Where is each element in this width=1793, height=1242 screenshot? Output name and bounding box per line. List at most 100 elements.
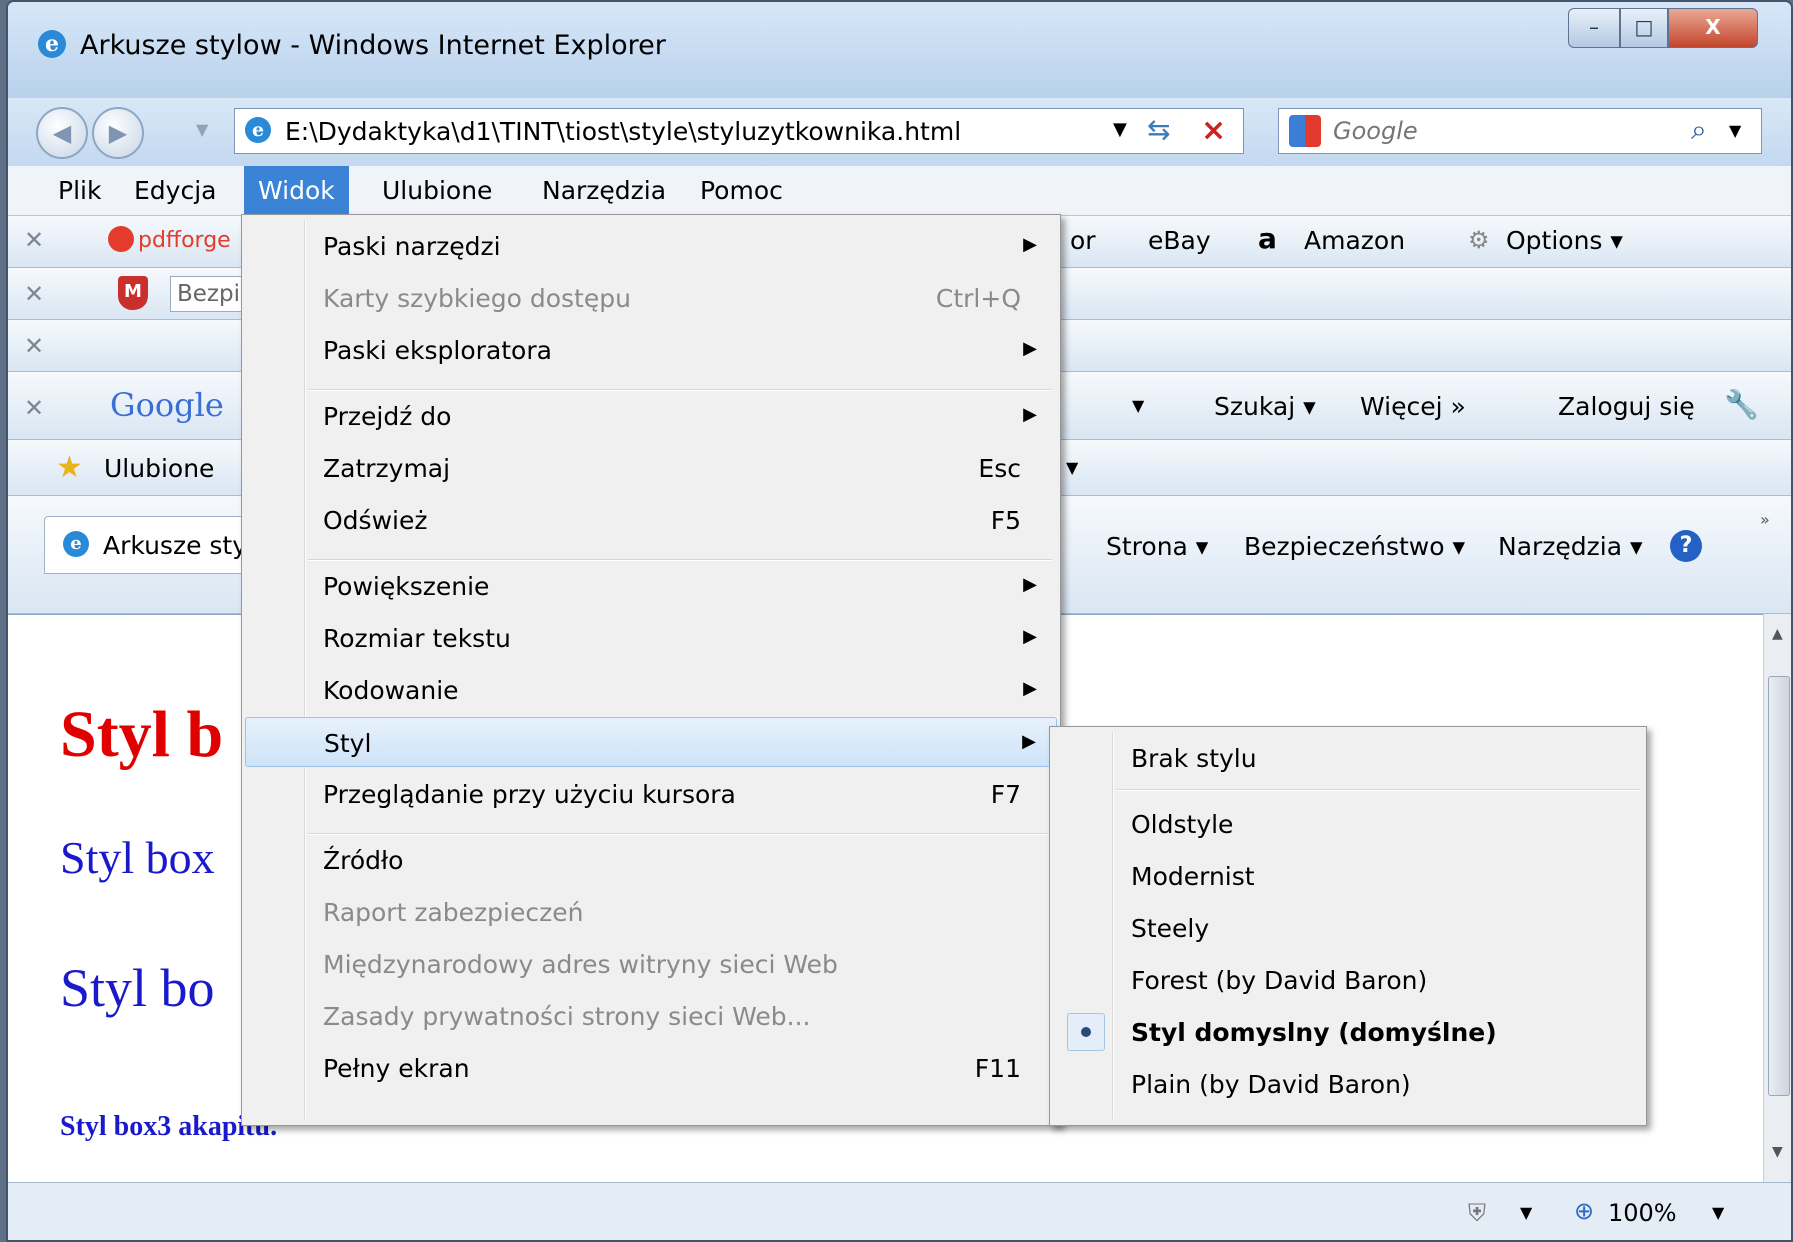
style-menu-item[interactable]: Steely [1053, 903, 1643, 953]
menu-ulubione[interactable]: Ulubione [368, 166, 506, 216]
view-menu-item[interactable]: Rozmiar tekstu ▶ [245, 613, 1057, 663]
view-menu-item: Międzynarodowy adres witryny sieci Web [245, 939, 1057, 989]
help-icon[interactable]: ? [1670, 530, 1702, 562]
google-logo: Google [110, 386, 224, 424]
menu-item-label: Styl [324, 729, 372, 758]
close-toolbar-icon[interactable]: ✕ [24, 332, 44, 360]
back-button[interactable]: ◀ [36, 107, 88, 159]
amazon-link[interactable]: Amazon [1304, 226, 1405, 255]
page-heading-red: Styl b [60, 698, 224, 771]
view-menu-item[interactable]: Paski narzędzi ▶ [245, 221, 1057, 271]
view-menu-item: Zasady prywatności strony sieci Web... [245, 991, 1057, 1041]
amazon-icon: a [1258, 222, 1277, 255]
close-toolbar-icon[interactable]: ✕ [24, 280, 44, 308]
google-search-dropdown-icon[interactable]: ▼ [1132, 396, 1144, 415]
address-text: E:\Dydaktyka\d1\TINT\tiost\style\styluzy… [285, 117, 962, 146]
szukaj-button[interactable]: Szukaj ▾ [1214, 392, 1316, 421]
wrench-icon[interactable]: 🔧 [1724, 388, 1759, 421]
menu-pomoc[interactable]: Pomoc [686, 166, 797, 216]
ebay-link[interactable]: eBay [1148, 226, 1211, 255]
menu-item-label: Raport zabezpieczeń [323, 898, 584, 927]
menu-bar: Plik Edycja Widok Ulubione Narzędzia Pom… [8, 166, 1791, 216]
menu-item-label: Międzynarodowy adres witryny sieci Web [323, 950, 838, 979]
tab-active[interactable]: e Arkusze sty [44, 516, 254, 574]
zoom-icon: ⊕ [1574, 1197, 1595, 1225]
style-menu-item[interactable]: Modernist [1053, 851, 1643, 901]
submenu-arrow-icon: ▶ [1022, 731, 1036, 752]
pdfforge-label[interactable]: pdfforge [138, 228, 231, 253]
menu-item-label: Pełny ekran [323, 1054, 470, 1083]
chevron-more-icon[interactable]: » [1760, 510, 1770, 529]
close-button[interactable]: X [1668, 8, 1758, 48]
scroll-down-icon[interactable]: ▼ [1772, 1144, 1783, 1160]
favorites-button[interactable]: Ulubione [104, 454, 214, 483]
window-title: Arkusze stylow - Windows Internet Explor… [80, 30, 666, 61]
toolbar-partial-text: or [1070, 226, 1096, 255]
style-item-label: Brak stylu [1131, 744, 1257, 773]
view-menu-item[interactable]: Kodowanie ▶ [245, 665, 1057, 715]
magnifier-icon[interactable]: ⌕ [1691, 113, 1707, 147]
favorites-dropdown-icon[interactable]: ▼ [1066, 458, 1078, 477]
history-dropdown-icon[interactable]: ▼ [196, 120, 208, 139]
maximize-button[interactable]: □ [1620, 8, 1668, 48]
zoom-level[interactable]: 100% [1608, 1199, 1677, 1227]
zoom-dropdown-icon[interactable]: ▼ [1712, 1203, 1724, 1222]
mcafee-field[interactable]: Bezpi [170, 276, 250, 312]
style-submenu: Brak stylu Oldstyle Modernist Steely Forest … [1049, 726, 1647, 1126]
view-menu-item[interactable]: Powiększenie ▶ [245, 561, 1057, 611]
style-menu-item[interactable]: Oldstyle [1053, 799, 1643, 849]
style-menu-item[interactable]: Plain (by David Baron) [1053, 1059, 1643, 1109]
style-menu-item[interactable]: Forest (by David Baron) [1053, 955, 1643, 1005]
menu-plik[interactable]: Plik [44, 166, 115, 216]
search-box[interactable]: ⌕ ▼ [1278, 108, 1762, 154]
bezpieczenstwo-menu[interactable]: Bezpieczeństwo ▾ [1244, 532, 1465, 561]
menu-item-shortcut: F5 [990, 506, 1021, 535]
style-item-label: Oldstyle [1131, 810, 1234, 839]
pdfforge-logo-icon [108, 226, 134, 252]
view-menu-item[interactable]: Przejdź do ▶ [245, 391, 1057, 441]
search-dropdown-icon[interactable]: ▼ [1729, 121, 1741, 140]
view-menu-item[interactable]: Styl ▶ [245, 717, 1057, 767]
view-menu-item[interactable]: Przeglądanie przy użyciu kursora F7 [245, 769, 1057, 819]
style-item-label: Forest (by David Baron) [1131, 966, 1428, 995]
view-menu-item[interactable]: Paski eksploratora ▶ [245, 325, 1057, 375]
menu-edycja[interactable]: Edycja [120, 166, 230, 216]
zone-dropdown-icon[interactable]: ▼ [1520, 1203, 1532, 1222]
options-menu[interactable]: Options ▾ [1506, 226, 1623, 255]
submenu-arrow-icon: ▶ [1023, 404, 1037, 425]
address-bar[interactable]: e E:\Dydaktyka\d1\TINT\tiost\style\stylu… [234, 108, 1244, 154]
address-dropdown-icon[interactable]: ▼ [1113, 119, 1127, 140]
page-icon: e [245, 117, 271, 143]
search-input[interactable] [1333, 115, 1673, 147]
style-menu-item[interactable]: Styl domyslny (domyślne) [1053, 1007, 1643, 1057]
favorites-star-icon: ★ [56, 450, 83, 485]
style-menu-item[interactable]: Brak stylu [1053, 733, 1643, 783]
strona-menu[interactable]: Strona ▾ [1106, 532, 1208, 561]
zaloguj-button[interactable]: Zaloguj się [1558, 392, 1695, 421]
submenu-arrow-icon: ▶ [1023, 626, 1037, 647]
view-menu-item[interactable]: Odśwież F5 [245, 495, 1057, 545]
close-toolbar-icon[interactable]: ✕ [24, 394, 44, 422]
menu-item-label: Paski eksploratora [323, 336, 552, 365]
vertical-scrollbar[interactable]: ▲ ▼ [1763, 614, 1791, 1182]
stop-icon[interactable]: × [1201, 113, 1226, 148]
view-menu-item[interactable]: Źródło [245, 835, 1057, 885]
style-item-label: Plain (by David Baron) [1131, 1070, 1411, 1099]
narzedzia-menu[interactable]: Narzędzia ▾ [1498, 532, 1643, 561]
forward-button[interactable]: ▶ [92, 107, 144, 159]
close-toolbar-icon[interactable]: ✕ [24, 226, 44, 254]
minimize-button[interactable]: – [1568, 8, 1620, 48]
wiecej-button[interactable]: Więcej » [1360, 392, 1466, 421]
menu-item-shortcut: Ctrl+Q [935, 284, 1021, 313]
menu-widok[interactable]: Widok [244, 166, 349, 216]
scroll-thumb[interactable] [1768, 676, 1790, 1096]
menu-item-shortcut: F11 [974, 1054, 1021, 1083]
ie-logo-icon: e [38, 30, 66, 58]
refresh-icon[interactable]: ⇆ [1147, 113, 1170, 146]
tab-title: Arkusze sty [103, 531, 248, 560]
menu-narzedzia[interactable]: Narzędzia [528, 166, 680, 216]
view-menu-item[interactable]: Pełny ekran F11 [245, 1043, 1057, 1093]
zone-icon: ⛨ [1468, 1199, 1486, 1227]
view-menu-item[interactable]: Zatrzymaj Esc [245, 443, 1057, 493]
scroll-up-icon[interactable]: ▲ [1772, 626, 1783, 642]
